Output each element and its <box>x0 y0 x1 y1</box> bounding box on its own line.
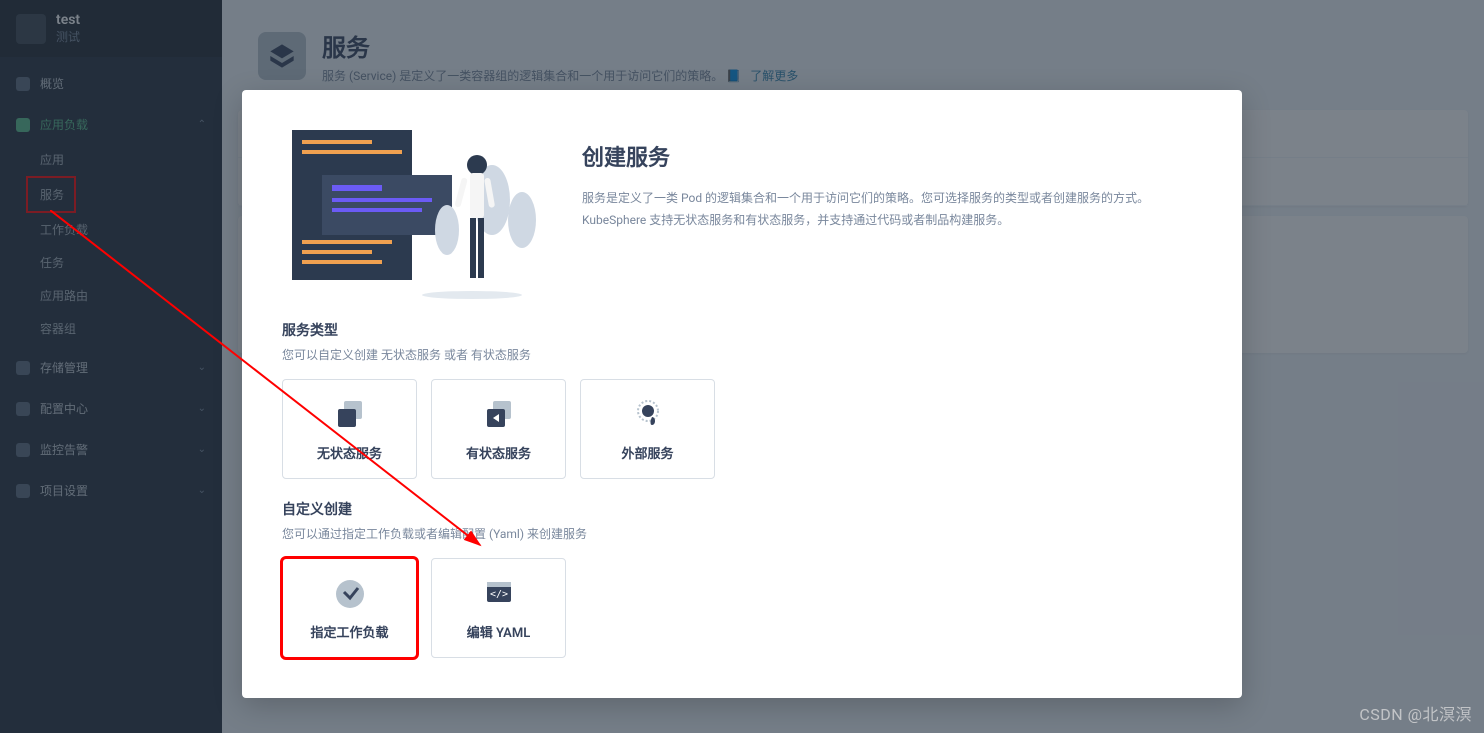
card-stateless-service[interactable]: 无状态服务 <box>282 379 417 479</box>
hero-illustration <box>282 120 542 300</box>
modal-title: 创建服务 <box>582 140 1202 172</box>
section-service-type-title: 服务类型 <box>282 320 1202 340</box>
card-stateful-service[interactable]: 有状态服务 <box>431 379 566 479</box>
section-custom-desc: 您可以通过指定工作负载或者编辑配置 (Yaml) 来创建服务 <box>282 525 1202 542</box>
stateful-icon <box>481 397 517 433</box>
modal-overlay[interactable]: 创建服务 服务是定义了一类 Pod 的逻辑集合和一个用于访问它们的策略。您可选择… <box>0 0 1484 733</box>
external-icon <box>630 397 666 433</box>
create-service-modal: 创建服务 服务是定义了一类 Pod 的逻辑集合和一个用于访问它们的策略。您可选择… <box>242 90 1242 698</box>
card-external-service[interactable]: 外部服务 <box>580 379 715 479</box>
card-edit-yaml[interactable]: </> 编辑 YAML <box>431 558 566 658</box>
watermark: CSDN @北溟溟 <box>1359 701 1472 725</box>
stateless-icon <box>332 397 368 433</box>
modal-desc: 服务是定义了一类 Pod 的逻辑集合和一个用于访问它们的策略。您可选择服务的类型… <box>582 188 1202 231</box>
section-service-type-desc: 您可以自定义创建 无状态服务 或者 有状态服务 <box>282 346 1202 363</box>
svg-text:</>: </> <box>489 589 507 600</box>
card-specify-workload[interactable]: 指定工作负载 <box>282 558 417 658</box>
workload-icon <box>332 576 368 612</box>
section-custom-title: 自定义创建 <box>282 499 1202 519</box>
yaml-icon: </> <box>481 576 517 612</box>
